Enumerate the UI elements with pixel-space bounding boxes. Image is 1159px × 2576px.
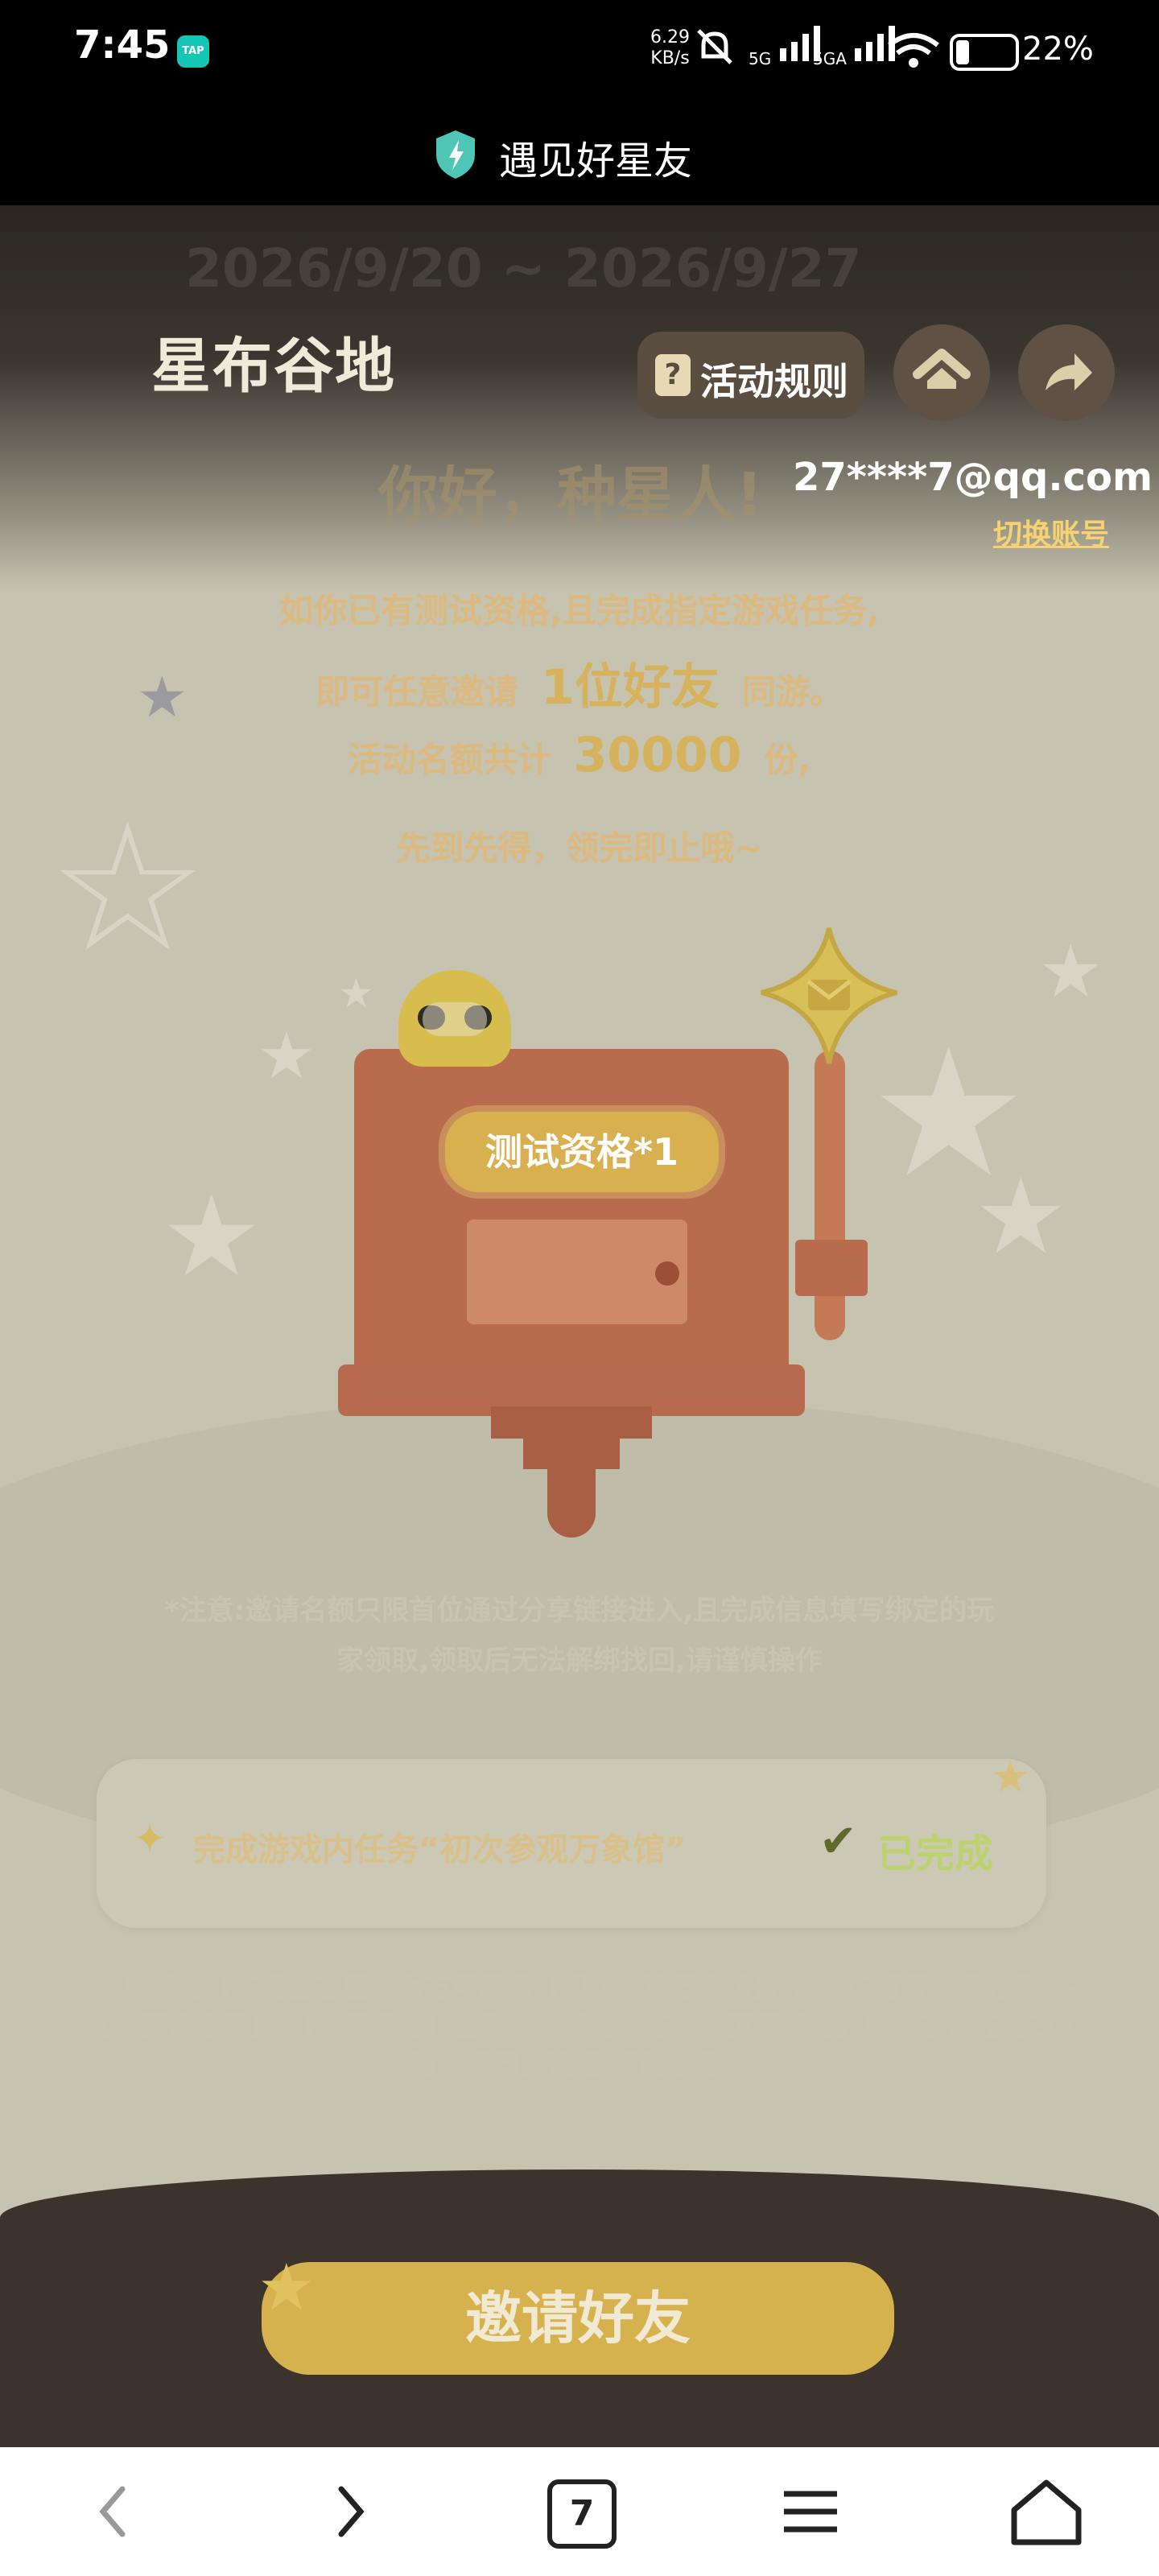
share-button[interactable]	[1018, 324, 1115, 421]
mute-icon	[692, 24, 737, 69]
lever-arm	[815, 1051, 845, 1340]
network-speed: 6.29 KB/s	[650, 27, 690, 68]
taptap-notification-icon: TAP	[177, 35, 209, 68]
greeting-text: 你好，种星人!	[378, 460, 763, 530]
quota-highlight: 30000	[573, 727, 742, 783]
machine-stem	[523, 1437, 620, 1469]
invite-count-highlight: 1位好友	[541, 659, 720, 716]
task-note: *完成任务【扩建生态屋】后方可展示【初次参观万象馆】，游戏内打开【备忘录】-【主…	[80, 1971, 1079, 2081]
shield-bolt-icon	[433, 129, 478, 184]
menu-button[interactable]	[766, 2471, 855, 2552]
activity-rules-button[interactable]: ? 活动规则	[637, 332, 864, 419]
home-nav-button[interactable]	[998, 2471, 1087, 2552]
share-arrow-icon	[1046, 353, 1092, 390]
tabs-button[interactable]: 7	[547, 2479, 617, 2549]
chevron-left-icon	[99, 2486, 126, 2537]
description-line-3: 活动名额共计 30000 份,	[0, 727, 1159, 783]
decor-star-icon: ★	[161, 1171, 262, 1302]
decor-star-icon: ★	[1038, 930, 1103, 1014]
lever-star-mail-icon	[757, 923, 901, 1068]
description-line-2: 即可任意邀请 1位好友 同游。	[0, 648, 1159, 718]
activity-date-range: 2026/9/20 ~ 2026/9/27	[185, 237, 862, 299]
home-icon	[1011, 2479, 1082, 2545]
gacha-machine	[354, 1049, 789, 1387]
wifi-icon	[885, 31, 942, 74]
invite-star-icon: ★	[258, 2250, 316, 2325]
description-text: 活动名额共计	[348, 740, 551, 779]
battery-percent: 22%	[1022, 31, 1094, 68]
machine-door	[467, 1220, 687, 1324]
status-time: 7:45	[74, 23, 171, 68]
hamburger-menu-icon	[784, 2491, 837, 2533]
lever-box	[795, 1240, 868, 1296]
activity-rules-label: 活动规则	[700, 360, 848, 403]
decor-star-icon: ★	[974, 1155, 1068, 1278]
description-text: 即可任意邀请	[316, 672, 519, 712]
account-email: 27****7@qq.com	[793, 455, 1153, 500]
chevron-right-icon	[338, 2486, 365, 2537]
home-icon	[913, 349, 971, 389]
game-logo: 星布谷地	[151, 332, 396, 401]
decor-star-icon: ★	[338, 970, 374, 1017]
sparkle-icon: ✦	[133, 1815, 167, 1862]
activity-page: ★ ☆ ★ ★ ★ ★ ★ ★ 2026/9/20 ~ 2026/9/27 星布…	[0, 205, 1159, 2447]
question-icon: ?	[655, 354, 691, 396]
home-button[interactable]	[893, 324, 990, 421]
corner-star-icon: ★	[990, 1751, 1031, 1803]
machine-stem	[491, 1406, 652, 1439]
test-qualification-badge: 测试资格*1	[439, 1105, 725, 1199]
task-card: ✦ 完成游戏内任务“初次参观万象馆” ✔ 已完成 ★	[97, 1751, 1046, 1928]
page-title: 遇见好星友	[499, 138, 693, 184]
description-text: 同游。	[741, 672, 843, 712]
invite-notice: *注意:邀请名额只限首位通过分享链接进入,且完成信息填写绑定的玩家领取,领取后无…	[164, 1595, 995, 1677]
mascot-face	[423, 1002, 487, 1036]
browser-nav-bar: 7	[0, 2447, 1159, 2576]
machine-tip	[547, 1465, 596, 1538]
task-description: 完成游戏内任务“初次参观万象馆”	[193, 1831, 687, 1868]
task-status: 已完成	[877, 1831, 994, 1876]
status-bar: 7:45 TAP 6.29 KB/s 5G 5GA 22%	[0, 0, 1159, 101]
description-line-4: 先到先得，领完即止哦~	[396, 828, 763, 868]
check-icon: ✔	[819, 1815, 857, 1868]
description-text: 份,	[764, 740, 811, 779]
invite-friend-button[interactable]: 邀请好友	[262, 2262, 894, 2375]
description-line-1: 如你已有测试资格,且完成指定游戏任务,	[279, 591, 880, 630]
decor-star-icon: ☆	[48, 785, 208, 991]
door-knob	[655, 1261, 679, 1286]
forward-button[interactable]	[304, 2471, 393, 2552]
battery-icon	[950, 34, 1019, 71]
decor-star-icon: ★	[258, 1018, 316, 1093]
switch-account-link[interactable]: 切换账号	[993, 511, 1109, 553]
back-button[interactable]	[71, 2471, 159, 2552]
owl-mascot	[398, 970, 511, 1067]
